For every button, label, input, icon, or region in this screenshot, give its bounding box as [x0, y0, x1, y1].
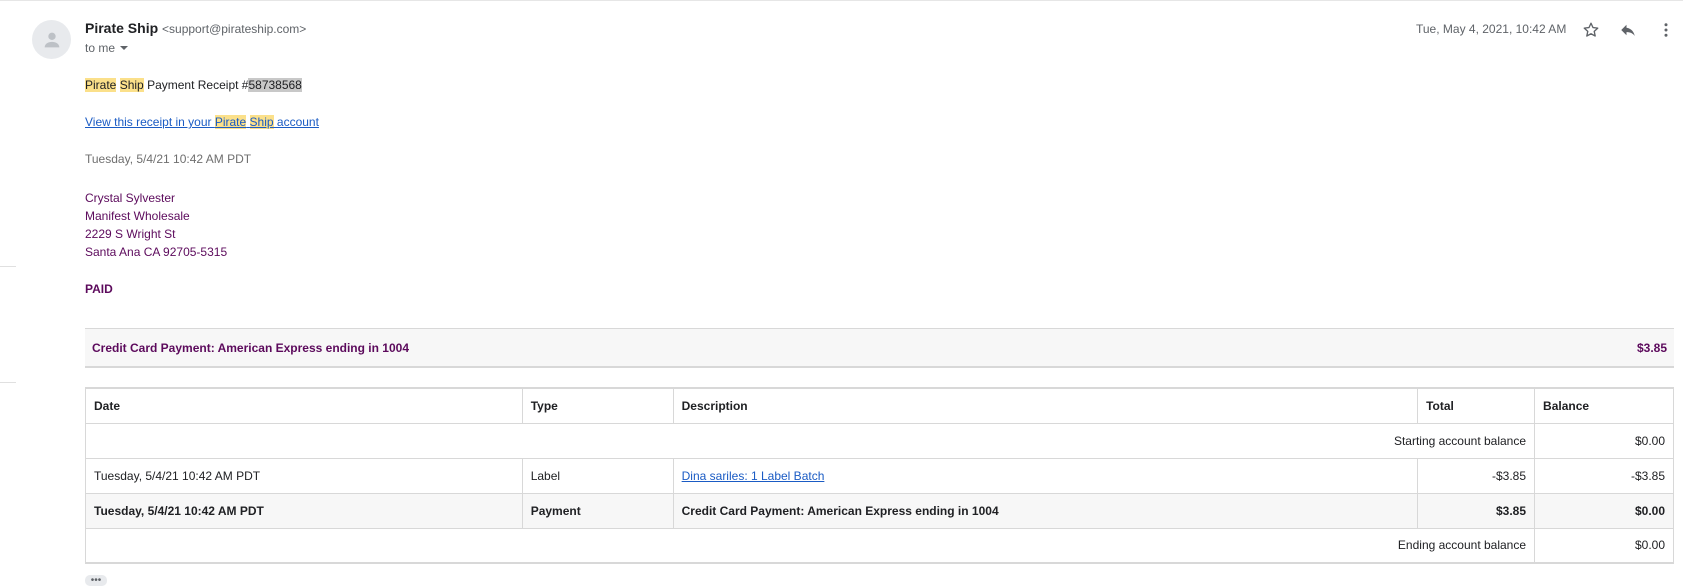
- row-date: Tuesday, 5/4/21 10:42 AM PDT: [85, 457, 523, 494]
- sender-email: <support@pirateship.com>: [162, 22, 307, 36]
- row-balance: $0.00: [1534, 492, 1674, 529]
- left-edge-mark: [0, 382, 16, 383]
- message-date: Tue, May 4, 2021, 10:42 AM: [1416, 22, 1567, 36]
- reply-icon: [1621, 24, 1635, 36]
- show-trimmed-content-button[interactable]: •••: [85, 575, 107, 586]
- sender-line: Pirate Ship <support@pirateship.com>: [85, 20, 306, 36]
- top-divider: [0, 0, 1683, 1]
- payment-method: Credit Card Payment: American Express en…: [92, 340, 409, 355]
- row-date: Tuesday, 5/4/21 10:42 AM PDT: [85, 492, 523, 529]
- star-icon: [1583, 22, 1599, 37]
- table-row: Ending account balance $0.00: [84, 527, 1674, 564]
- column-header: Date: [85, 387, 523, 424]
- address-line: Manifest Wholesale: [85, 209, 190, 223]
- starting-balance-label: Starting account balance: [84, 422, 1536, 459]
- person-icon: [44, 32, 59, 47]
- star-button[interactable]: [1579, 18, 1603, 42]
- row-balance: -$3.85: [1534, 457, 1674, 494]
- row-description: Credit Card Payment: American Express en…: [672, 492, 1419, 529]
- column-header: Balance: [1534, 387, 1674, 424]
- table-row: Tuesday, 5/4/21 10:42 AM PDT Payment Cre…: [85, 492, 1674, 529]
- table-row: Tuesday, 5/4/21 10:42 AM PDT Label Dina …: [85, 457, 1674, 494]
- receipt-heading: Pirate Ship Payment Receipt #58738568: [85, 78, 302, 92]
- row-type: Payment: [521, 492, 674, 529]
- column-header: Total: [1417, 387, 1536, 424]
- more-options-button[interactable]: [1654, 18, 1678, 42]
- left-edge-mark: [0, 266, 16, 267]
- row-total: $3.85: [1417, 492, 1536, 529]
- highlighted-word: Pirate: [85, 78, 117, 92]
- payment-status: PAID: [85, 282, 113, 296]
- highlighted-word: Ship: [249, 115, 274, 129]
- view-receipt-link[interactable]: View this receipt in your Pirate Ship ac…: [85, 115, 319, 129]
- receipt-number: 58738568: [248, 78, 302, 92]
- address-line: Crystal Sylvester: [85, 191, 176, 205]
- to-me-label: to me: [85, 41, 116, 55]
- table-header-row: Date Type Description Total Balance: [85, 387, 1674, 424]
- sender-name[interactable]: Pirate Ship: [85, 20, 158, 36]
- ending-balance-value: $0.00: [1534, 527, 1674, 564]
- row-total: -$3.85: [1417, 457, 1536, 494]
- highlighted-word: Ship: [119, 78, 144, 92]
- column-header: Type: [521, 387, 674, 424]
- row-type: Label: [521, 457, 674, 494]
- view-link-text: View this receipt in your: [85, 115, 215, 129]
- payment-summary-bar: Credit Card Payment: American Express en…: [85, 328, 1674, 368]
- table-row: Starting account balance $0.00: [84, 422, 1674, 459]
- ledger-table: Date Type Description Total Balance Star…: [84, 387, 1674, 564]
- billing-address: Crystal Sylvester Manifest Wholesale 222…: [85, 189, 227, 261]
- column-header: Description: [672, 387, 1419, 424]
- receipt-timestamp: Tuesday, 5/4/21 10:42 AM PDT: [85, 152, 252, 166]
- ending-balance-label: Ending account balance: [84, 527, 1536, 564]
- recipient-details-toggle[interactable]: to me: [85, 41, 129, 55]
- more-vert-icon: [1664, 23, 1668, 37]
- row-description: Dina sariles: 1 Label Batch: [672, 457, 1419, 494]
- sender-avatar[interactable]: [32, 20, 71, 59]
- receipt-heading-text: Payment Receipt #: [147, 78, 249, 92]
- chevron-down-icon: [120, 46, 129, 50]
- address-line: Santa Ana CA 92705-5315: [85, 245, 228, 259]
- reply-button[interactable]: [1616, 18, 1640, 42]
- starting-balance-value: $0.00: [1534, 422, 1674, 459]
- view-link-text: account: [273, 115, 319, 129]
- highlighted-word: Pirate: [214, 115, 247, 129]
- payment-amount: $3.85: [1636, 340, 1667, 355]
- address-line: 2229 S Wright St: [85, 227, 176, 241]
- label-batch-link[interactable]: Dina sariles: 1 Label Batch: [682, 469, 825, 483]
